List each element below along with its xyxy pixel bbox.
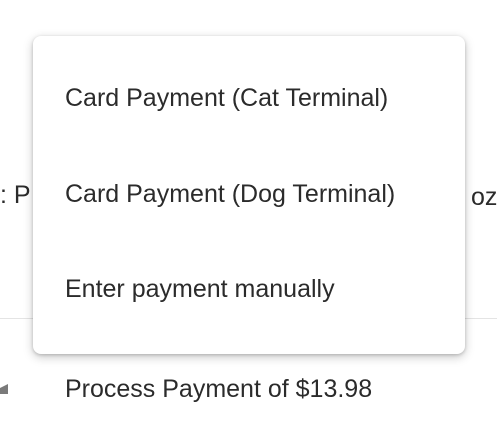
menu-item-label: Card Payment (Cat Terminal) bbox=[65, 84, 389, 112]
menu-item-card-dog-terminal[interactable]: Card Payment (Dog Terminal) bbox=[33, 148, 465, 244]
menu-item-label: Enter payment manually bbox=[65, 275, 335, 303]
payment-method-menu: Card Payment (Cat Terminal) Card Payment… bbox=[33, 36, 465, 354]
background-text-right: oz bbox=[471, 183, 497, 211]
background-text-left: : P bbox=[0, 181, 31, 209]
menu-item-enter-manually[interactable]: Enter payment manually bbox=[33, 243, 465, 339]
menu-item-label: Card Payment (Dog Terminal) bbox=[65, 180, 396, 208]
menu-item-card-cat-terminal[interactable]: Card Payment (Cat Terminal) bbox=[33, 52, 465, 148]
card-icon bbox=[0, 382, 10, 396]
process-payment-row[interactable]: Process Payment of $13.98 bbox=[0, 350, 497, 420]
process-payment-label: Process Payment of $13.98 bbox=[65, 375, 373, 403]
